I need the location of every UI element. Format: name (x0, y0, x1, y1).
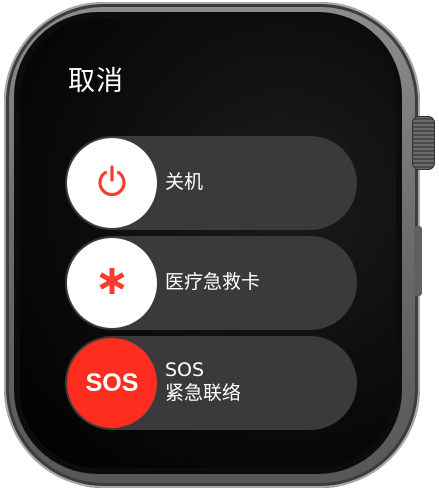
sos-slider[interactable]: SOS SOS 紧急联络 (65, 336, 357, 430)
medical-id-knob[interactable] (67, 238, 157, 328)
power-off-knob[interactable] (67, 138, 157, 228)
medical-id-label: 医疗急救卡 (165, 271, 261, 293)
sos-label: SOS 紧急联络 (165, 359, 241, 405)
sos-knob[interactable]: SOS (67, 338, 157, 428)
power-icon (92, 161, 132, 205)
power-off-label: 关机 (165, 171, 204, 193)
medical-asterisk-icon (95, 264, 129, 302)
sos-knob-text: SOS (85, 368, 139, 397)
medical-id-slider[interactable]: 医疗急救卡 (65, 236, 357, 330)
cancel-button[interactable]: 取消 (68, 59, 124, 98)
sos-label-line2: 紧急联络 (165, 382, 242, 404)
watch-screen: 取消 关机 医疗急救卡 SOS SOS 紧急联络 (20, 18, 396, 468)
digital-crown[interactable] (412, 116, 435, 170)
power-off-slider[interactable]: 关机 (65, 136, 357, 230)
watch-display: 取消 关机 医疗急救卡 SOS SOS 紧急联络 (0, 0, 439, 492)
sos-label-line1: SOS (165, 359, 205, 381)
side-button[interactable] (414, 226, 422, 296)
